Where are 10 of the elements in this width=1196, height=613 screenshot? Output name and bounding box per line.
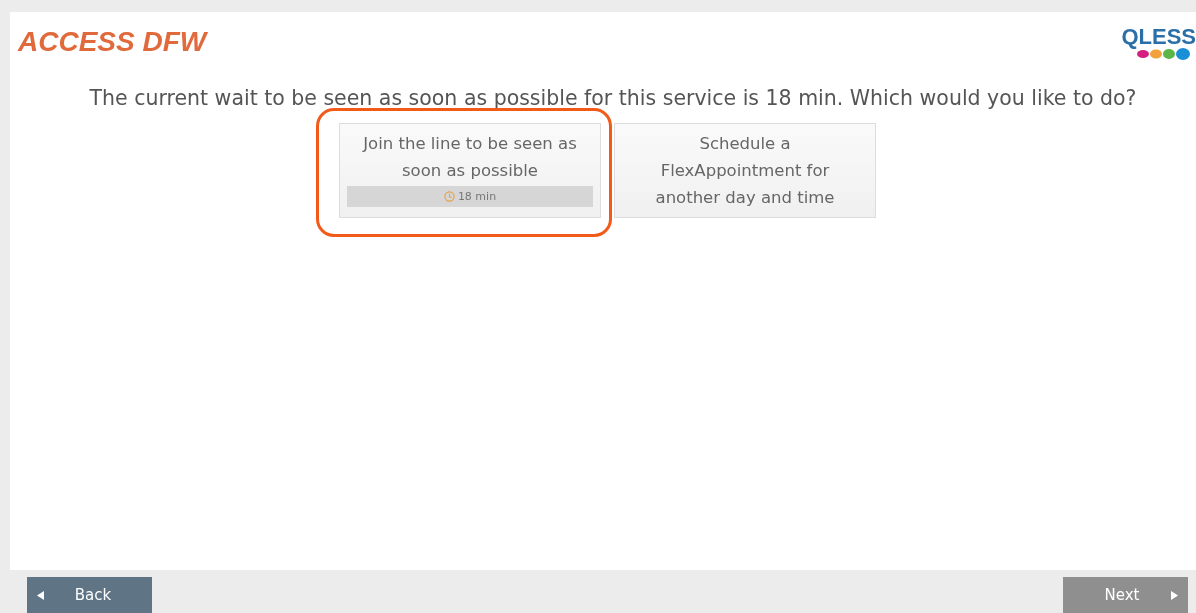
wait-time-badge: 18 min	[347, 186, 593, 207]
option-button[interactable]: Schedule a FlexAppointment for another day and time	[614, 123, 876, 218]
logo: QLESS	[1121, 26, 1196, 60]
option-button[interactable]: Join the line to be seen as soon as possible 18 min	[339, 123, 601, 218]
left-arrow-icon	[37, 590, 44, 600]
brand-title: ACCESS DFW	[18, 26, 207, 58]
right-arrow-icon	[1171, 590, 1178, 600]
back-button[interactable]: Back	[27, 577, 152, 613]
prompt-text: The current wait to be seen as soon as possible for this service is 18 min. Which would you like to do?	[88, 86, 1138, 110]
clock-icon	[443, 191, 455, 202]
